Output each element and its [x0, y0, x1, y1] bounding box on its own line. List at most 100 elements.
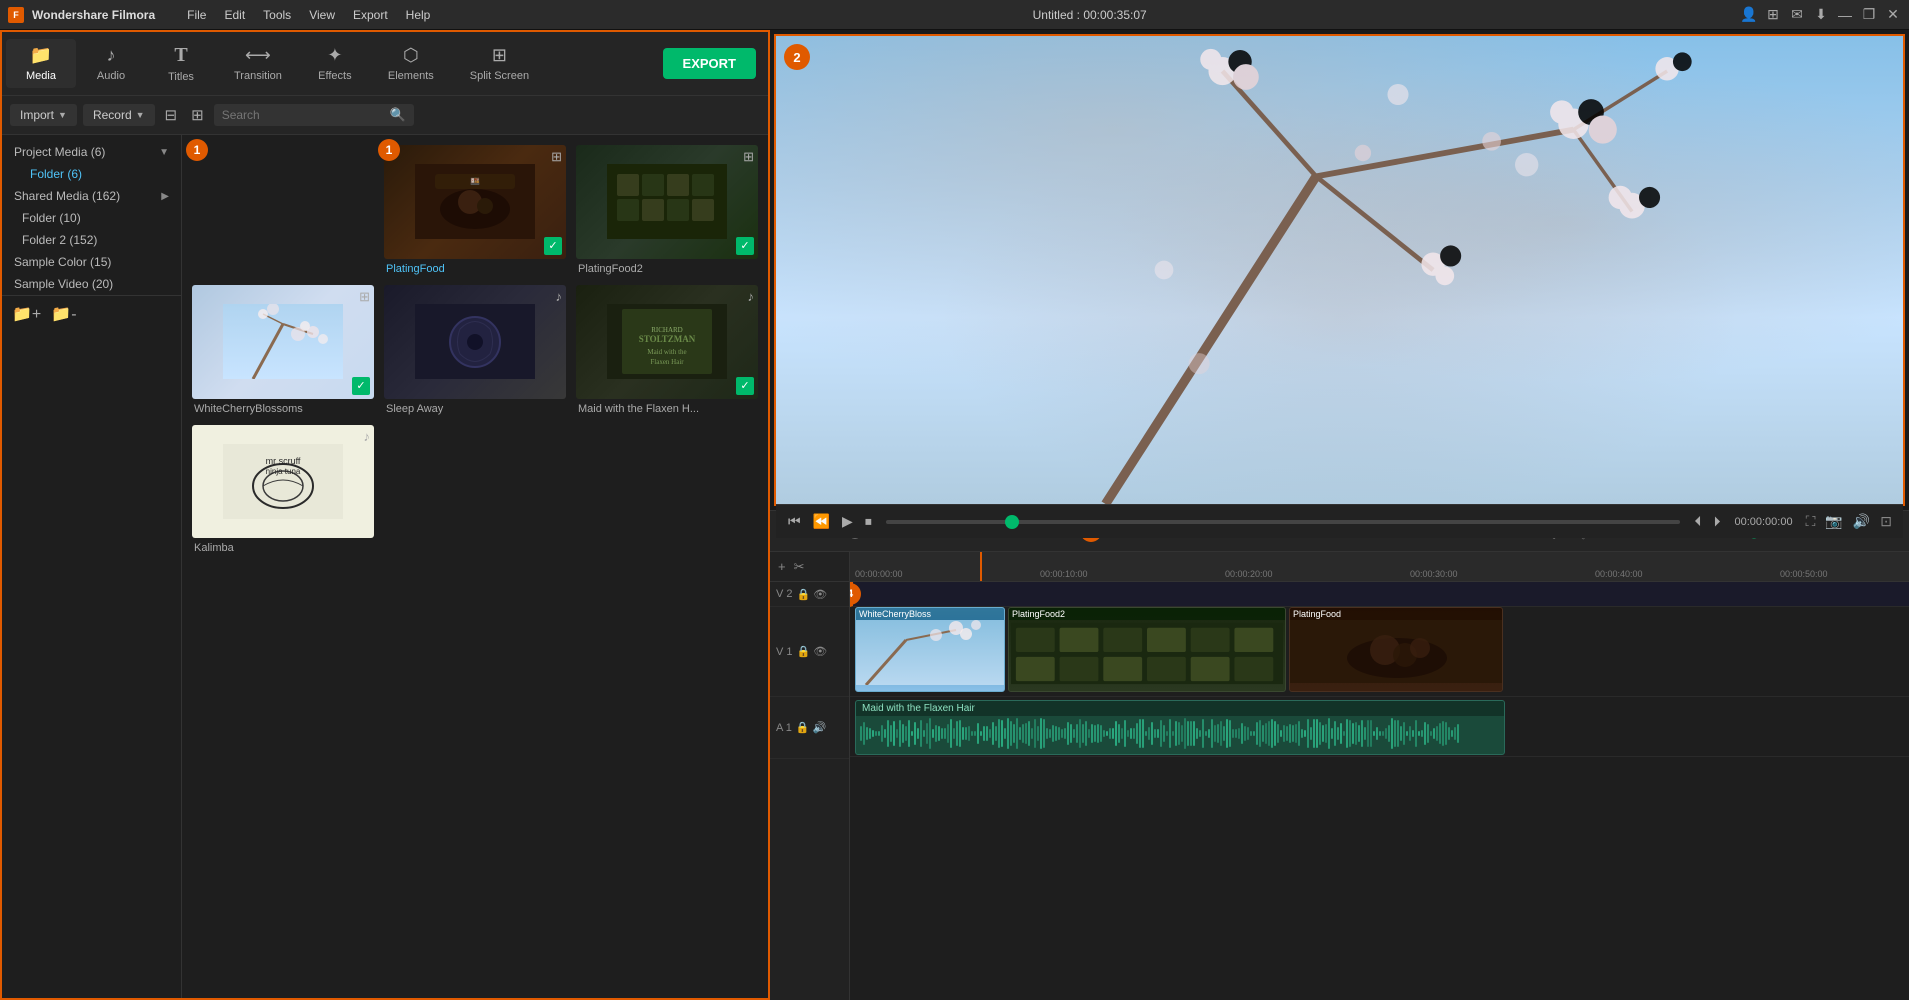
app-icon: F: [8, 7, 24, 23]
mark-out-btn[interactable]: ⏵: [1709, 509, 1724, 534]
track-v2-num: V 2: [776, 588, 793, 600]
kalimba-name: Kalimba: [192, 542, 374, 554]
a1-speaker-btn[interactable]: 🔊: [813, 721, 827, 734]
search-icon: 🔍: [390, 107, 406, 123]
main-area: 📁 Media ♪ Audio T Titles ⟷ Transition ✦ …: [0, 30, 1909, 1000]
menu-tools[interactable]: Tools: [255, 6, 299, 24]
search-input[interactable]: [222, 108, 390, 122]
sidebar-item-shared-media[interactable]: Shared Media (162) ▶: [2, 185, 181, 207]
v2-icons: 🔒 👁: [797, 588, 828, 601]
tab-effects[interactable]: ✦ Effects: [300, 39, 370, 88]
download-icon[interactable]: ⬇: [1813, 7, 1829, 23]
minimize-btn[interactable]: —: [1837, 7, 1853, 23]
menu-export[interactable]: Export: [345, 6, 396, 24]
check-icon2: ✓: [736, 237, 754, 255]
sidebar-item-folder10[interactable]: Folder (10): [2, 207, 181, 229]
clip-whitecherry-header: WhiteCherryBloss: [856, 608, 1004, 620]
add-track-btn[interactable]: +: [776, 557, 788, 576]
menu-view[interactable]: View: [301, 6, 343, 24]
platingfood2-name: PlatingFood2: [576, 263, 758, 275]
tab-splitscreen[interactable]: ⊞ Split Screen: [452, 39, 547, 88]
layout-icon[interactable]: ⊞: [1765, 7, 1781, 23]
kalimba-thumb: mr scruff ninja tuna ♪: [192, 425, 374, 539]
stop-btn[interactable]: ⏹: [861, 509, 876, 534]
tab-splitscreen-label: Split Screen: [470, 70, 529, 82]
sidebar-item-folder2[interactable]: Folder 2 (152): [2, 229, 181, 251]
media-toolbar: Import ▼ Record ▼ ⊟ ⊞ 🔍: [2, 96, 768, 135]
clip-maidflaxen[interactable]: Maid with the Flaxen Hair: [855, 700, 1505, 755]
maximize-btn[interactable]: ❐: [1861, 7, 1877, 23]
menu-edit[interactable]: Edit: [216, 6, 253, 24]
track-label-v2-collapsed: V 2 🔒 👁: [770, 582, 849, 607]
import-button[interactable]: Import ▼: [10, 104, 77, 126]
timeline-header-space: + ✂: [770, 552, 849, 582]
svg-text:Flaxen Hair: Flaxen Hair: [650, 358, 684, 366]
sidebar-item-sample-video[interactable]: Sample Video (20): [2, 273, 181, 295]
snapshot-btn[interactable]: 📷: [1822, 510, 1845, 533]
tab-media[interactable]: 📁 Media: [6, 39, 76, 88]
track-label-v1: V 1 🔒 👁: [770, 607, 849, 697]
audio-waveform: [856, 716, 1504, 751]
timeline-content: 00:00:00:00 00:00:10:00 00:00:20:00 00:0…: [850, 552, 1909, 1000]
timeline-area: + ✂ V 2 🔒 👁 V 1: [770, 552, 1909, 1000]
v1-lock-btn[interactable]: 🔒: [797, 645, 811, 658]
playhead-bar[interactable]: [886, 520, 1681, 524]
new-folder-btn[interactable]: 📁+: [10, 302, 43, 326]
scissors-btn[interactable]: ✂: [792, 557, 807, 577]
remove-folder-btn[interactable]: 📁-: [49, 302, 78, 326]
user-icon[interactable]: 👤: [1741, 7, 1757, 23]
a1-lock-btn[interactable]: 🔒: [796, 721, 810, 734]
check-icon: ✓: [544, 237, 562, 255]
v2-eye-btn[interactable]: 👁: [813, 588, 827, 601]
volume-btn[interactable]: 🔊: [1850, 510, 1873, 533]
filter-icon-btn[interactable]: ⊟: [161, 102, 182, 128]
media-item-kalimba[interactable]: mr scruff ninja tuna ♪ Kalimba: [192, 425, 374, 555]
skip-back-btn[interactable]: ⏮: [784, 509, 805, 534]
timeline-ruler[interactable]: 00:00:00:00 00:00:10:00 00:00:20:00 00:0…: [850, 552, 1909, 582]
mail-icon[interactable]: ✉: [1789, 7, 1805, 23]
media-item-platingfood[interactable]: 1 🍱: [384, 145, 566, 275]
clip-plating2[interactable]: PlatingFood2: [1008, 607, 1286, 692]
pip-btn[interactable]: ⊡: [1877, 510, 1895, 533]
clip-plating1[interactable]: PlatingFood: [1289, 607, 1503, 692]
sidebar-item-project-media[interactable]: Project Media (6) ▼: [2, 141, 181, 163]
clip-plating1-header: PlatingFood: [1290, 608, 1502, 620]
sidebar-item-folder[interactable]: Folder (6): [2, 163, 181, 185]
tab-elements[interactable]: ⬡ Elements: [370, 39, 452, 88]
tab-transition[interactable]: ⟷ Transition: [216, 39, 300, 88]
tab-titles-label: Titles: [168, 71, 194, 83]
mark-in-btn[interactable]: ⏴: [1690, 509, 1705, 534]
titlebar-right: 👤 ⊞ ✉ ⬇ — ❐ ✕: [1741, 7, 1901, 23]
media-item-platingfood2[interactable]: ⊞ ✓ PlatingFood2: [576, 145, 758, 275]
step-1-badge: 1: [378, 139, 400, 161]
music-icon3: ♪: [364, 429, 371, 444]
track-v1: WhiteCherryBloss: [850, 607, 1909, 697]
menu-help[interactable]: Help: [398, 6, 439, 24]
step-back-btn[interactable]: ⏪: [809, 509, 834, 534]
record-button[interactable]: Record ▼: [83, 104, 155, 126]
grid-view-btn[interactable]: ⊞: [187, 102, 208, 128]
sidebar-item-sample-color[interactable]: Sample Color (15): [2, 251, 181, 273]
search-box[interactable]: 🔍: [214, 104, 414, 126]
tab-elements-label: Elements: [388, 70, 434, 82]
export-button[interactable]: EXPORT: [663, 48, 756, 79]
a1-icons: 🔒 🔊: [796, 721, 826, 734]
media-item-maidflaxen[interactable]: RICHARD STOLTZMAN Maid with the Flaxen H…: [576, 285, 758, 415]
svg-text:🍱: 🍱: [470, 177, 480, 186]
media-item-cherryblossoms[interactable]: ⊞ ✓ WhiteCherryBlossoms: [192, 285, 374, 415]
play-btn[interactable]: ▶: [838, 509, 857, 534]
menu-file[interactable]: File: [179, 6, 214, 24]
tab-titles[interactable]: T Titles: [146, 38, 216, 89]
tab-audio[interactable]: ♪ Audio: [76, 39, 146, 88]
close-btn[interactable]: ✕: [1885, 7, 1901, 23]
music-icon: ♪: [556, 289, 563, 304]
bottom-area: ↩ ↪ 🗑 ✂ ⊡ ↻ ◈ ⊕ ▦ ♪ 3 ⊟ 🛡 🎤 CC ⊞ ↺: [770, 510, 1909, 1000]
v1-eye-btn[interactable]: 👁: [813, 645, 827, 658]
media-item-sleepaway[interactable]: ♪ Sleep Away: [384, 285, 566, 415]
right-panel: 2 ⏮ ⏪ ▶ ⏹ ⏴ ⏵ 00:00:00:00 ⛶ 📷 🔊 ⊡: [770, 30, 1909, 1000]
clip-whitecherry[interactable]: WhiteCherryBloss: [855, 607, 1005, 692]
v2-lock-btn[interactable]: 🔒: [797, 588, 811, 601]
cherry-thumb: ⊞ ✓: [192, 285, 374, 399]
fullscreen-btn[interactable]: ⛶: [1803, 510, 1819, 533]
preview-video: 2: [776, 36, 1903, 504]
